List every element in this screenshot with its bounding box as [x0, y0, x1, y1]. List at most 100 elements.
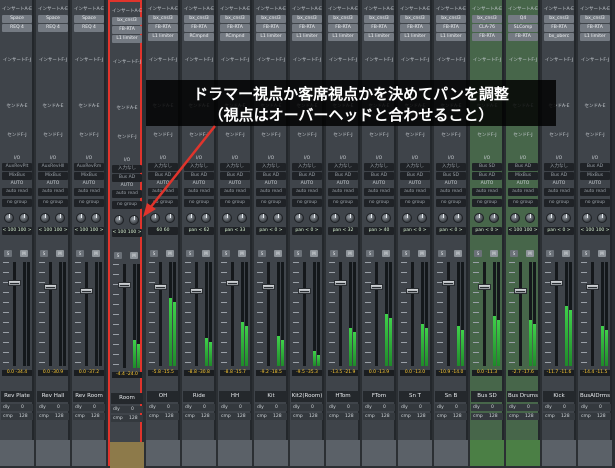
- solo-button[interactable]: S: [582, 250, 590, 257]
- insert-a-header[interactable]: インサートA-E: [400, 6, 430, 14]
- mute-button[interactable]: M: [418, 250, 426, 257]
- insert-slot[interactable]: bx_cnsl3: [580, 15, 610, 23]
- group-selector[interactable]: no group: [364, 199, 394, 207]
- mute-button[interactable]: M: [56, 250, 64, 257]
- insert-slot[interactable]: bx_cnsl3: [364, 15, 394, 23]
- output-selector[interactable]: Bus AD: [148, 172, 178, 180]
- pan-knob[interactable]: [330, 213, 340, 223]
- insert-a-header[interactable]: インサートA-E: [38, 6, 68, 14]
- insert-slot[interactable]: FB-RTA: [292, 24, 322, 32]
- group-selector[interactable]: no group: [292, 199, 322, 207]
- insert-a-header[interactable]: インサートA-E: [112, 8, 142, 16]
- pan-knob[interactable]: [91, 213, 101, 223]
- pan-knob[interactable]: [150, 213, 160, 223]
- input-selector[interactable]: Bus AD: [508, 163, 538, 171]
- insert-slot[interactable]: FB-RTA: [364, 24, 394, 32]
- track-name[interactable]: Room: [111, 393, 143, 404]
- group-selector[interactable]: no group: [544, 199, 574, 207]
- insert-slot[interactable]: L1 limiter: [148, 33, 178, 41]
- pan-knob[interactable]: [237, 213, 247, 223]
- group-selector[interactable]: no group: [508, 199, 538, 207]
- insert-slot[interactable]: FB-RTA: [328, 24, 358, 32]
- send-f-header[interactable]: センドF-J: [2, 132, 32, 140]
- insert-f-header[interactable]: インサートF-J: [580, 57, 610, 65]
- input-selector[interactable]: 入力なし: [256, 163, 286, 171]
- automation-mode[interactable]: auto read: [364, 188, 394, 196]
- pan-knob[interactable]: [114, 215, 124, 225]
- send-f-header[interactable]: センドF-J: [74, 132, 104, 140]
- insert-slot[interactable]: RCmpnd: [220, 33, 250, 41]
- insert-slot[interactable]: FB-RTA: [220, 24, 250, 32]
- track-name[interactable]: Rev Hall: [37, 391, 69, 402]
- pan-knob[interactable]: [510, 213, 520, 223]
- output-selector[interactable]: Bus AD: [364, 172, 394, 180]
- automation-mode[interactable]: auto read: [436, 188, 466, 196]
- solo-button[interactable]: S: [40, 250, 48, 257]
- volume-fader[interactable]: [514, 288, 527, 294]
- pan-knob[interactable]: [55, 213, 65, 223]
- pan-knob[interactable]: [222, 213, 232, 223]
- insert-a-header[interactable]: インサートA-E: [580, 6, 610, 14]
- track-name[interactable]: Kick: [543, 391, 575, 402]
- send-f-header[interactable]: センドF-J: [400, 132, 430, 140]
- mute-button[interactable]: M: [20, 250, 28, 257]
- insert-a-header[interactable]: インサートA-E: [508, 6, 538, 14]
- pan-knob[interactable]: [76, 213, 86, 223]
- insert-f-header[interactable]: インサートF-J: [148, 57, 178, 65]
- automation-mode[interactable]: auto read: [220, 188, 250, 196]
- mute-button[interactable]: M: [310, 250, 318, 257]
- insert-slot[interactable]: bx_oberc: [544, 33, 574, 41]
- insert-slot[interactable]: bx_cnsl3: [112, 17, 142, 25]
- group-selector[interactable]: no group: [148, 199, 178, 207]
- send-a-header[interactable]: センドA-E: [38, 103, 68, 111]
- input-selector[interactable]: 入力なし: [148, 163, 178, 171]
- input-selector[interactable]: AuxRevHll: [38, 163, 68, 171]
- insert-slot[interactable]: bx_cnsl3: [436, 15, 466, 23]
- pan-knob[interactable]: [4, 213, 14, 223]
- pan-knob[interactable]: [186, 213, 196, 223]
- insert-slot[interactable]: bx_cnsl3: [544, 15, 574, 23]
- solo-button[interactable]: S: [546, 250, 554, 257]
- output-selector[interactable]: Bus AD: [256, 172, 286, 180]
- volume-fader[interactable]: [44, 284, 57, 290]
- insert-f-header[interactable]: インサートF-J: [220, 57, 250, 65]
- send-f-header[interactable]: センドF-J: [112, 134, 142, 142]
- track-name[interactable]: Rev Room: [73, 391, 105, 402]
- insert-f-header[interactable]: インサートF-J: [38, 57, 68, 65]
- mute-button[interactable]: M: [598, 250, 606, 257]
- automation-mode[interactable]: auto read: [74, 188, 104, 196]
- group-selector[interactable]: no group: [472, 199, 502, 207]
- insert-slot[interactable]: Space: [2, 15, 32, 23]
- mute-button[interactable]: M: [526, 250, 534, 257]
- send-f-header[interactable]: センドF-J: [148, 132, 178, 140]
- mute-button[interactable]: M: [454, 250, 462, 257]
- track-name[interactable]: Bus Drums: [507, 391, 539, 402]
- send-f-header[interactable]: センドF-J: [364, 132, 394, 140]
- insert-f-header[interactable]: インサートF-J: [292, 57, 322, 65]
- insert-slot[interactable]: bx_cnsl3: [148, 15, 178, 23]
- automation-mode[interactable]: auto read: [38, 188, 68, 196]
- insert-a-header[interactable]: インサートA-E: [184, 6, 214, 14]
- automation-mode[interactable]: auto read: [256, 188, 286, 196]
- input-selector[interactable]: Bus SD: [472, 163, 502, 171]
- insert-slot[interactable]: bx_cnsl3: [220, 15, 250, 23]
- insert-f-header[interactable]: インサートF-J: [74, 57, 104, 65]
- insert-slot[interactable]: L1 limiter: [328, 33, 358, 41]
- output-selector[interactable]: MixBus: [580, 172, 610, 180]
- insert-slot[interactable]: L1 limiter: [400, 33, 430, 41]
- send-f-header[interactable]: センドF-J: [38, 132, 68, 140]
- send-f-header[interactable]: センドF-J: [436, 132, 466, 140]
- volume-fader[interactable]: [262, 284, 275, 290]
- insert-slot[interactable]: FB-RTA: [112, 26, 142, 34]
- send-a-header[interactable]: センドA-E: [2, 103, 32, 111]
- solo-button[interactable]: S: [438, 250, 446, 257]
- input-selector[interactable]: 入力なし: [184, 163, 214, 171]
- insert-slot[interactable]: REQ 4: [38, 24, 68, 32]
- track-name[interactable]: Sn T: [399, 391, 431, 402]
- volume-fader[interactable]: [80, 288, 93, 294]
- volume-fader[interactable]: [442, 280, 455, 286]
- input-selector[interactable]: 入力なし: [400, 163, 430, 171]
- insert-slot[interactable]: FB-RTA: [544, 24, 574, 32]
- volume-fader[interactable]: [478, 284, 491, 290]
- output-selector[interactable]: MixBus: [508, 172, 538, 180]
